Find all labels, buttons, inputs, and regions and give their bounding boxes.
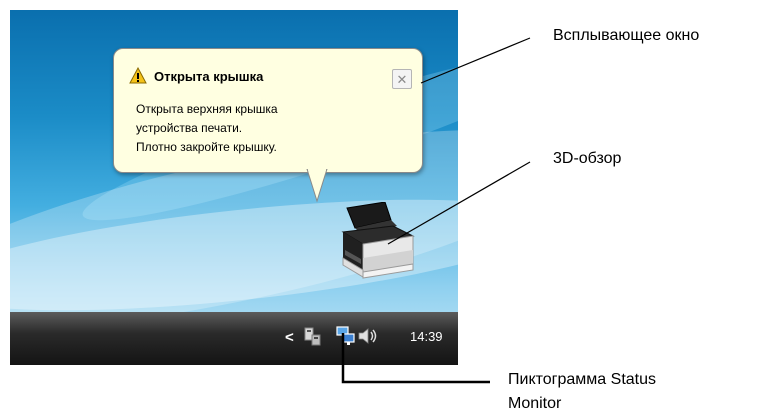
notification-balloon[interactable]: Открыта крышка ✕ Открыта верхняя крышка … xyxy=(113,48,423,173)
balloon-message-line: Плотно закройте крышку. xyxy=(136,140,277,154)
show-hidden-icons-button[interactable]: < xyxy=(285,329,294,346)
desktop-screenshot: Открыта крышка ✕ Открыта верхняя крышка … xyxy=(10,10,458,365)
printer-3d-view[interactable] xyxy=(333,202,423,282)
status-monitor-icon[interactable] xyxy=(336,326,356,346)
callout-status-icon-label-cont: Monitor xyxy=(508,395,562,412)
callout-popup-label: Всплывающее окно xyxy=(553,27,700,44)
balloon-title: Открыта крышка xyxy=(154,69,264,84)
balloon-message-line: Открыта верхняя крышка xyxy=(136,102,278,116)
close-button[interactable]: ✕ xyxy=(392,69,412,89)
network-device-icon[interactable] xyxy=(302,325,322,347)
system-clock[interactable]: 14:39 xyxy=(410,329,443,344)
callout-status-icon-label: Пиктограмма Status xyxy=(508,371,656,388)
balloon-message: Открыта верхняя крышка устройства печати… xyxy=(136,100,278,157)
taskbar: < 14:39 xyxy=(10,312,458,365)
balloon-tail xyxy=(306,169,328,203)
callout-3d-view-label: 3D-обзор xyxy=(553,150,622,167)
warning-icon xyxy=(129,67,147,84)
balloon-message-line: устройства печати. xyxy=(136,121,243,135)
volume-icon[interactable] xyxy=(357,327,379,345)
